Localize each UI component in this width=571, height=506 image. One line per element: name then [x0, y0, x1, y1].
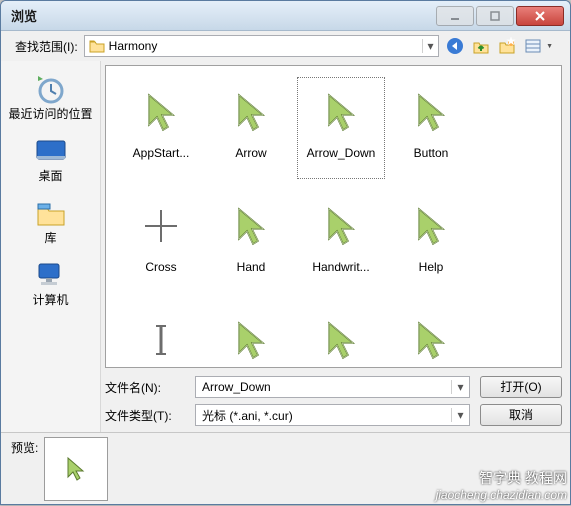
- file-item-label: Hand: [237, 260, 266, 274]
- open-button[interactable]: 打开(O): [480, 376, 562, 398]
- toolbar: 查找范围(I): Harmony ▾ ★ ▼: [1, 31, 570, 61]
- file-item-label: Arrow: [235, 146, 266, 160]
- file-item[interactable]: Button: [386, 76, 476, 180]
- folder-icon: [89, 39, 105, 53]
- lookin-label: 查找范围(I):: [15, 38, 78, 55]
- file-item[interactable]: Move: [206, 304, 296, 367]
- bottom-fields: 文件名(N): Arrow_Down ▾ 打开(O) 文件类型(T): 光标 (…: [101, 372, 570, 432]
- file-item-label: Arrow_Down: [307, 146, 376, 160]
- chevron-down-icon[interactable]: ▾: [451, 380, 469, 394]
- close-button[interactable]: [516, 6, 564, 26]
- file-listing: AppStart... Arrow Arrow_Down Button Cross Han…: [105, 65, 562, 368]
- place-label: 库: [44, 231, 56, 245]
- listing-wrap: AppStart... Arrow Arrow_Down Button Cross Han…: [101, 61, 570, 432]
- cursor-icon: [313, 312, 369, 367]
- cursor-preview-icon: [62, 455, 90, 483]
- filetype-combobox[interactable]: 光标 (*.ani, *.cur) ▾: [195, 404, 470, 426]
- file-item[interactable]: No: [296, 304, 386, 367]
- cursor-icon: [133, 198, 189, 254]
- file-item[interactable]: AppStart...: [116, 76, 206, 180]
- places-bar: 最近访问的位置 桌面 库: [1, 61, 101, 432]
- place-desktop[interactable]: 桌面: [1, 129, 100, 191]
- file-item[interactable]: Arrow_Down: [296, 76, 386, 180]
- file-item-label: Help: [419, 260, 444, 274]
- cursor-icon: [403, 312, 459, 367]
- back-icon[interactable]: [445, 36, 465, 56]
- cursor-icon: [223, 312, 279, 367]
- filename-value: Arrow_Down: [196, 380, 451, 394]
- place-library[interactable]: 库: [1, 191, 100, 253]
- location-value: Harmony: [109, 39, 422, 53]
- cursor-icon: [403, 84, 459, 140]
- filename-row: 文件名(N): Arrow_Down ▾ 打开(O): [105, 376, 562, 398]
- file-item[interactable]: Cross: [116, 190, 206, 294]
- preview-label: 预览:: [11, 437, 38, 456]
- file-item-label: Button: [414, 146, 449, 160]
- preview-bar: 预览:: [1, 432, 570, 504]
- up-one-level-icon[interactable]: [471, 36, 491, 56]
- views-icon[interactable]: [523, 36, 543, 56]
- cursor-icon: [403, 198, 459, 254]
- dialog-body: 查找范围(I): Harmony ▾ ★ ▼: [1, 31, 570, 504]
- cursor-icon: [313, 198, 369, 254]
- new-folder-icon[interactable]: ★: [497, 36, 517, 56]
- file-item[interactable]: IBeam: [116, 304, 206, 367]
- file-item[interactable]: SizeAll: [386, 304, 476, 367]
- preview-box: [44, 437, 108, 501]
- file-item[interactable]: Hand: [206, 190, 296, 294]
- cursor-icon: [313, 84, 369, 140]
- location-combobox[interactable]: Harmony ▾: [84, 35, 439, 57]
- place-label: 桌面: [38, 169, 62, 183]
- computer-icon: [33, 259, 69, 291]
- file-item-label: AppStart...: [133, 146, 190, 160]
- file-item[interactable]: Arrow: [206, 76, 296, 180]
- file-item-label: Handwrit...: [312, 260, 369, 274]
- file-items-container: AppStart... Arrow Arrow_Down Button Cross Han…: [116, 76, 557, 367]
- chevron-down-icon[interactable]: ▾: [451, 408, 469, 422]
- svg-text:★: ★: [506, 37, 516, 48]
- filetype-label: 文件类型(T):: [105, 407, 185, 424]
- filename-label: 文件名(N):: [105, 379, 185, 396]
- desktop-icon: [33, 135, 69, 167]
- file-item[interactable]: Handwrit...: [296, 190, 386, 294]
- place-label: 最近访问的位置: [8, 107, 92, 121]
- views-dropdown-icon[interactable]: ▼: [546, 43, 553, 50]
- library-icon: [33, 197, 69, 229]
- cursor-icon: [133, 84, 189, 140]
- middle-row: 最近访问的位置 桌面 库: [1, 61, 570, 432]
- file-list-scroll[interactable]: AppStart... Arrow Arrow_Down Button Cross Han…: [106, 66, 561, 367]
- minimize-button[interactable]: [436, 6, 474, 26]
- file-browse-dialog: 浏览 查找范围(I): Harmony ▾ ★: [0, 0, 571, 505]
- titlebar: 浏览: [1, 1, 570, 31]
- place-recent[interactable]: 最近访问的位置: [1, 67, 100, 129]
- filetype-value: 光标 (*.ani, *.cur): [196, 407, 451, 424]
- cursor-icon: [133, 312, 189, 367]
- recent-icon: [33, 73, 69, 105]
- maximize-button[interactable]: [476, 6, 514, 26]
- filetype-row: 文件类型(T): 光标 (*.ani, *.cur) ▾ 取消: [105, 404, 562, 426]
- place-label: 计算机: [32, 293, 68, 307]
- cursor-icon: [223, 84, 279, 140]
- filename-combobox[interactable]: Arrow_Down ▾: [195, 376, 470, 398]
- chevron-down-icon[interactable]: ▾: [422, 39, 438, 53]
- window-title: 浏览: [7, 6, 434, 25]
- cancel-button[interactable]: 取消: [480, 404, 562, 426]
- cursor-icon: [223, 198, 279, 254]
- file-item-label: Cross: [145, 260, 176, 274]
- place-computer[interactable]: 计算机: [1, 253, 100, 315]
- file-item[interactable]: Help: [386, 190, 476, 294]
